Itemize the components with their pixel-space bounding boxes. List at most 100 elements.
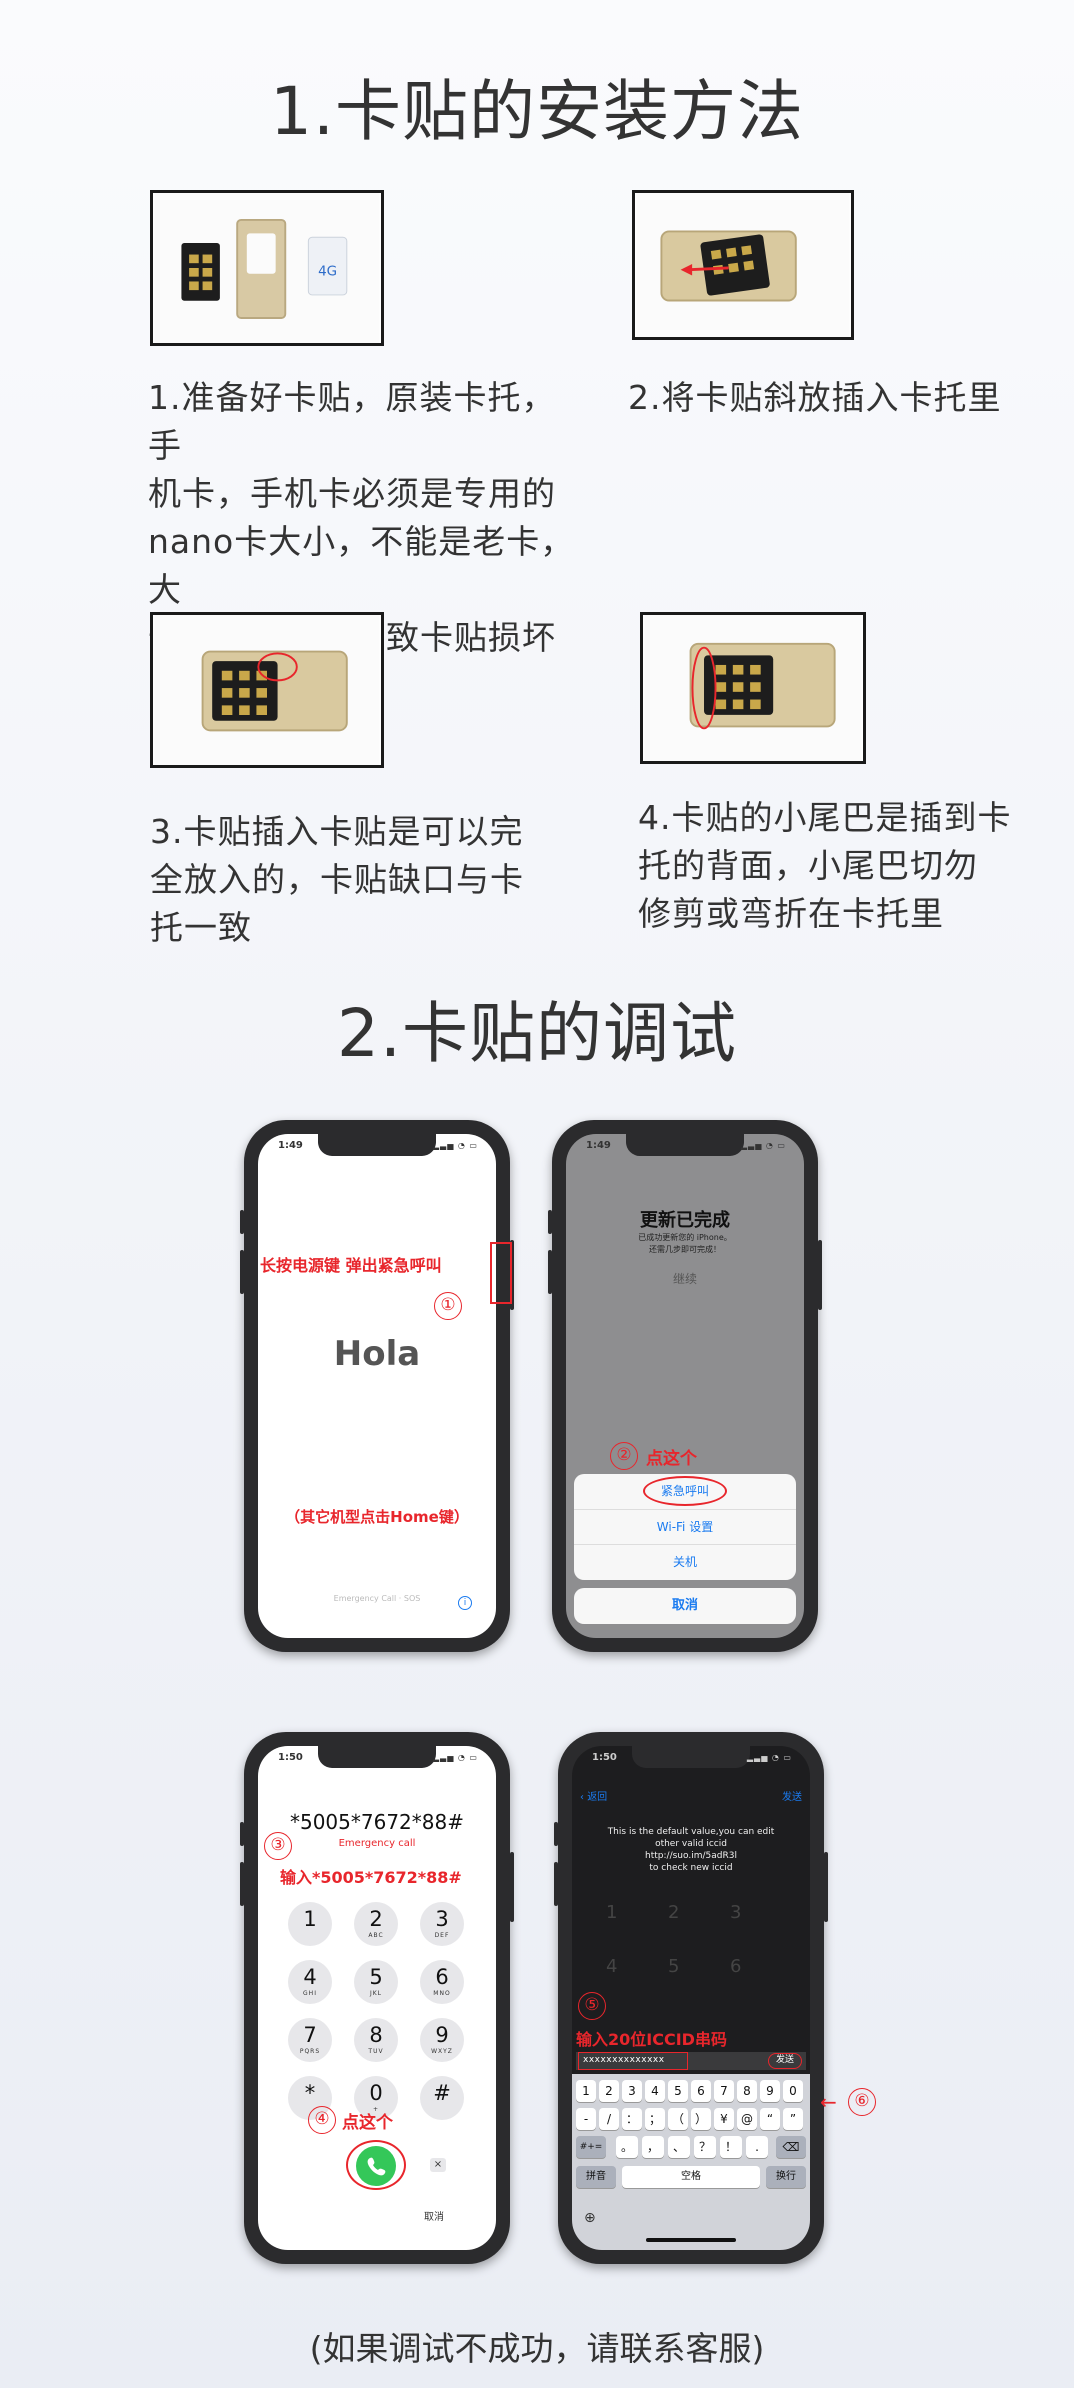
step1-line1: 1.准备好卡贴，原装卡托，手 <box>148 378 556 465</box>
msg-line4: to check new iccid <box>649 1863 733 1873</box>
dial-key-6[interactable]: 6 MNO <box>420 1960 464 2004</box>
key-symbol-1[interactable]: / <box>599 2108 619 2130</box>
key-number-9[interactable]: 0 <box>783 2080 803 2102</box>
key-number-6[interactable]: 7 <box>714 2080 734 2102</box>
photo-card-sim-tray: 4G <box>150 190 384 346</box>
back-label: 返回 <box>587 1792 608 1803</box>
sheet-power-off[interactable]: 关机 <box>574 1544 796 1579</box>
key-space[interactable]: 空格 <box>622 2166 760 2188</box>
key-number-4[interactable]: 5 <box>668 2080 688 2102</box>
key-return[interactable]: 换行 <box>766 2166 806 2188</box>
footer-note: (如果调试不成功，请联系客服) <box>309 2329 765 2368</box>
sheet-wifi-settings[interactable]: Wi-Fi 设置 <box>574 1509 796 1544</box>
dial-key-2[interactable]: 2 ABC <box>354 1902 398 1946</box>
dial-key-9[interactable]: 9 WXYZ <box>420 2018 464 2062</box>
key-number-2[interactable]: 3 <box>622 2080 642 2102</box>
key-comma-cn[interactable]: ， <box>642 2136 664 2158</box>
phone-update-complete: 1:49 ▂▃▅ ◔ ▭ 更新已完成 已成功更新您的 iPhone。 还需几步即… <box>548 1120 822 1652</box>
key-number-0[interactable]: 1 <box>576 2080 596 2102</box>
sim-4g-label: 4G <box>318 265 337 280</box>
key-enum-comma[interactable]: 、 <box>668 2136 690 2158</box>
power-button-highlight <box>490 1242 512 1304</box>
keyboard: #+= 。 ， 、 ？ ！ . ⌫ 拼音 空格 换行 ⊕ 1234567890 -… <box>572 2074 810 2250</box>
emergency-bottom-text[interactable]: Emergency Call · SOS <box>298 1594 456 1603</box>
step2-caption: 2.将卡贴斜放插入卡托里 <box>628 374 1028 422</box>
dial-key-3[interactable]: 3 DEF <box>420 1902 464 1946</box>
status-time: 1:49 <box>586 1140 611 1151</box>
step4-line3: 修剪或弯折在卡托里 <box>638 894 944 933</box>
iccid-input[interactable]: xxxxxxxxxxxxxx <box>578 2052 688 2070</box>
key-symbol-7[interactable]: @ <box>737 2108 757 2130</box>
key-symbol-5[interactable]: ） <box>691 2108 711 2130</box>
info-icon[interactable]: i <box>458 1596 472 1610</box>
update-sub1: 已成功更新您的 iPhone。 <box>638 1233 732 1242</box>
key-symbol-8[interactable]: “ <box>760 2108 780 2130</box>
dial-key-8[interactable]: 8 TUV <box>354 2018 398 2062</box>
send-top-button[interactable]: 发送 <box>782 1788 802 1803</box>
msg-line3: http://suo.im/5adR3l <box>645 1851 737 1861</box>
status-time: 1:49 <box>278 1140 303 1151</box>
key-question[interactable]: ？ <box>694 2136 716 2158</box>
annotation-tap-call: 点这个 <box>342 2113 393 2133</box>
annotation-tap-this: 点这个 <box>646 1449 697 1469</box>
dial-key-4[interactable]: 4 GHI <box>288 1960 332 2004</box>
key-period-cn[interactable]: 。 <box>616 2136 638 2158</box>
dial-key-hash[interactable]: # <box>420 2076 464 2120</box>
emergency-call-highlight <box>643 1476 727 1506</box>
update-heading: 更新已完成 <box>640 1210 730 1231</box>
step2-line1: 2.将卡贴斜放插入卡托里 <box>628 378 1002 417</box>
send-button[interactable]: 发送 <box>768 2053 802 2069</box>
continue-button[interactable]: 继续 <box>566 1270 804 1287</box>
key-number-8[interactable]: 9 <box>760 2080 780 2102</box>
cancel-link[interactable]: 取消 <box>424 2208 444 2223</box>
key-dot[interactable]: . <box>746 2136 768 2158</box>
step1-line3: nano卡大小，不能是老卡，大 <box>148 522 575 609</box>
msg-line1: This is the default value,you can edit <box>607 1827 775 1837</box>
phone-hello-screen: 1:49 ▂▃▅ ◔ ▭ 长按电源键 弹出紧急呼叫 ① Hola （其它机型点击… <box>240 1120 514 1652</box>
key-symbol-3[interactable]: ； <box>645 2108 665 2130</box>
sheet-cancel-button[interactable]: 取消 <box>574 1588 796 1624</box>
photo-insert-angled <box>632 190 854 340</box>
badge-step6: ⑥ <box>848 2088 876 2116</box>
badge-step2: ② <box>610 1442 638 1470</box>
backspace-icon[interactable]: ⌫ <box>776 2136 806 2158</box>
dialed-number: *5005*7672*88# <box>289 1810 464 1834</box>
key-number-3[interactable]: 4 <box>645 2080 665 2102</box>
section1-title: 1.卡贴的安装方法 <box>270 73 804 150</box>
key-number-5[interactable]: 6 <box>691 2080 711 2102</box>
key-symbol-2[interactable]: ： <box>622 2108 642 2130</box>
badge-step3: ③ <box>264 1832 292 1860</box>
delete-icon[interactable]: × <box>430 2158 446 2172</box>
globe-icon[interactable]: ⊕ <box>584 2210 596 2226</box>
annotation-enter-iccid: 输入20位ICCID串码 <box>576 2030 727 2049</box>
key-pinyin[interactable]: 拼音 <box>576 2166 616 2188</box>
key-number-7[interactable]: 8 <box>737 2080 757 2102</box>
badge-step4: ④ <box>308 2106 336 2134</box>
step4-line1: 4.卡贴的小尾巴是插到卡 <box>638 798 1012 837</box>
dial-key-7[interactable]: 7 PQRS <box>288 2018 332 2062</box>
phone-dialer: 1:50 ▂▃▅ ◔ ▭ *5005*7672*88# Emergency ca… <box>240 1732 514 2264</box>
key-symbol-6[interactable]: ¥ <box>714 2108 734 2130</box>
step4-caption: 4.卡贴的小尾巴是插到卡 托的背面，小尾巴切勿 修剪或弯折在卡托里 <box>638 794 1058 938</box>
key-symbol-0[interactable]: - <box>576 2108 596 2130</box>
status-time: 1:50 <box>278 1752 303 1763</box>
dial-key-1[interactable]: 1 <box>288 1902 332 1946</box>
annotation-home-key: （其它机型点击Home键） <box>285 1508 469 1526</box>
step3-caption: 3.卡贴插入卡贴是可以完 全放入的，卡贴缺口与卡 托一致 <box>150 808 550 952</box>
key-number-1[interactable]: 2 <box>599 2080 619 2102</box>
dial-key-5[interactable]: 5 JKL <box>354 1960 398 2004</box>
key-symbol-4[interactable]: （ <box>668 2108 688 2130</box>
key-symbols[interactable]: #+= <box>576 2136 606 2158</box>
phone-iccid-input: 1:50 ▂▃▅ ◔ ▭ ‹ 返回 发送 This is the default… <box>554 1732 876 2264</box>
badge-step5: ⑤ <box>578 1992 606 2020</box>
msg-line2: other valid iccid <box>655 1839 727 1849</box>
key-symbol-9[interactable]: ” <box>783 2108 803 2130</box>
home-indicator <box>646 2238 736 2242</box>
key-exclaim[interactable]: ！ <box>720 2136 742 2158</box>
step4-line2: 托的背面，小尾巴切勿 <box>638 846 978 885</box>
photo-fully-inserted <box>150 612 384 768</box>
annotation-long-press: 长按电源键 弹出紧急呼叫 <box>260 1256 442 1275</box>
back-button[interactable]: ‹ 返回 <box>580 1788 607 1803</box>
step3-line3: 托一致 <box>150 908 252 947</box>
step3-line2: 全放入的，卡贴缺口与卡 <box>150 860 524 899</box>
